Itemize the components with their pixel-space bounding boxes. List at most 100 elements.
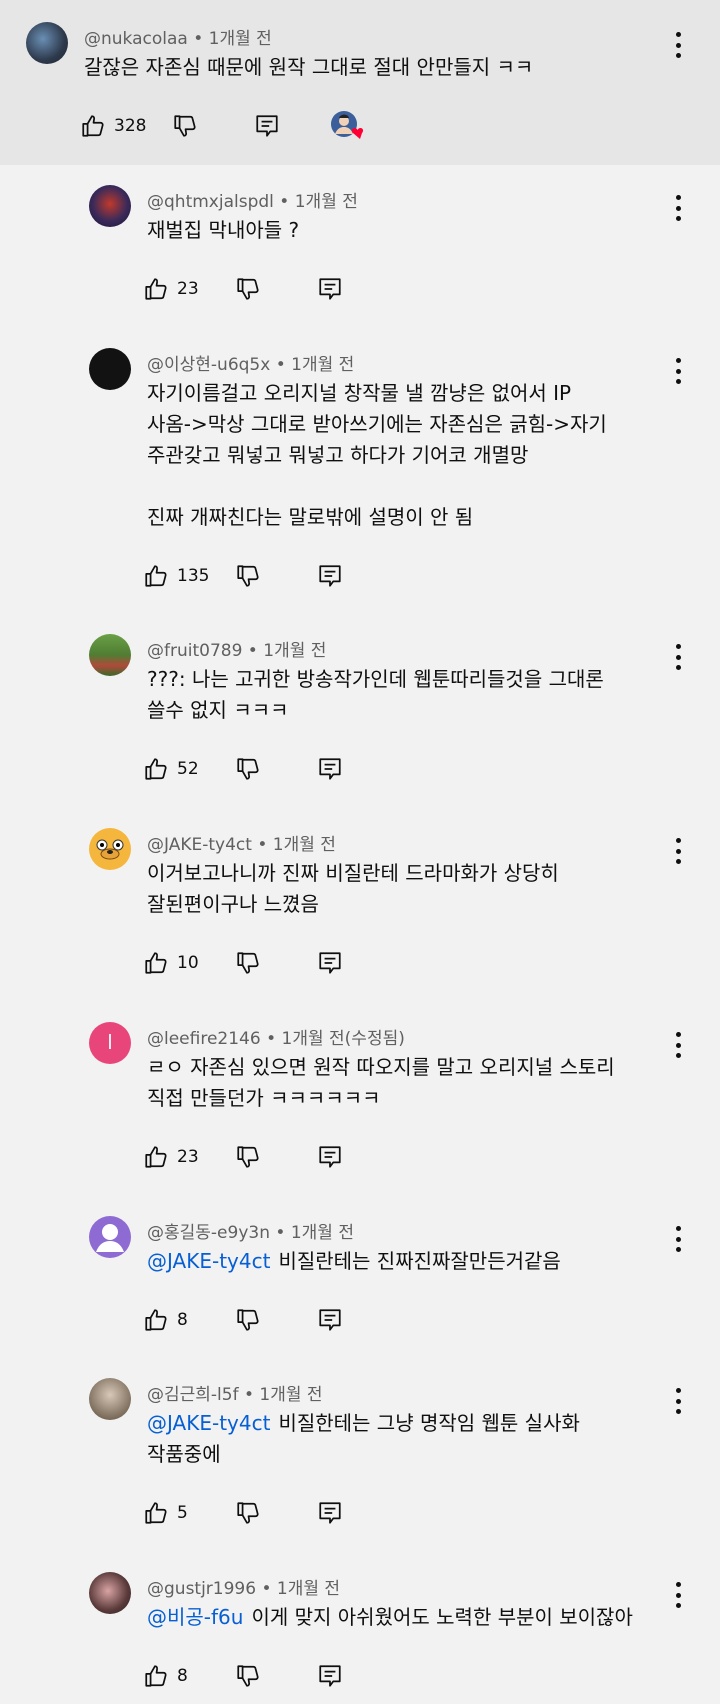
dislike-button[interactable]: [235, 1142, 261, 1172]
author-name[interactable]: @nukacolaa: [84, 29, 188, 49]
avatar[interactable]: [89, 1572, 131, 1614]
avatar[interactable]: [89, 634, 131, 676]
author-name[interactable]: @fruit0789: [147, 641, 242, 661]
reply-button[interactable]: [317, 754, 343, 784]
comment-time: 1개월 전: [290, 1223, 354, 1243]
like-count: 52: [177, 759, 199, 779]
comment-text: 자기이름걸고 오리지널 창작물 낼 깜냥은 없어서 IP 사옴->막상 그대로 받…: [147, 378, 707, 533]
reply-button[interactable]: [317, 1142, 343, 1172]
creator-heart: [330, 111, 366, 141]
reply-button[interactable]: [317, 561, 343, 591]
comment-meta: @fruit0789 • 1개월 전: [147, 636, 326, 661]
avatar[interactable]: [89, 828, 131, 870]
reply-icon: [317, 276, 343, 302]
reply-button[interactable]: [254, 111, 280, 141]
avatar[interactable]: [89, 1216, 131, 1258]
like-button[interactable]: 52: [143, 754, 199, 784]
author-name[interactable]: @JAKE-ty4ct: [147, 835, 252, 855]
reply-button[interactable]: [317, 274, 343, 304]
reply-button[interactable]: [317, 1498, 343, 1528]
author-name[interactable]: @김근희-l5f: [147, 1385, 239, 1405]
avatar[interactable]: [89, 348, 131, 390]
like-count: 10: [177, 953, 199, 973]
comment-meta: @leefire2146 • 1개월 전(수정됨): [147, 1024, 405, 1049]
meta-separator: •: [269, 1223, 291, 1243]
author-name[interactable]: @gustjr1996: [147, 1579, 256, 1599]
like-count: 8: [177, 1666, 188, 1686]
avatar[interactable]: l: [89, 1022, 131, 1064]
thumbs-down-icon: [235, 1500, 261, 1526]
thumbs-down-icon: [235, 1663, 261, 1689]
comment-time: 1개월 전(수정됨): [281, 1029, 405, 1049]
comment-line: 작품중에: [147, 1442, 221, 1466]
mention-link[interactable]: @JAKE-ty4ct: [147, 1249, 270, 1273]
like-button[interactable]: 5: [143, 1498, 188, 1528]
comment-line-text: 비질란테는 진짜진짜잘만든거같음: [278, 1249, 561, 1273]
dislike-button[interactable]: [235, 561, 261, 591]
meta-separator: •: [260, 1029, 282, 1049]
meta-separator: •: [270, 355, 292, 375]
comment-actions: 328: [80, 111, 380, 141]
comment-time: 1개월 전: [294, 192, 358, 212]
dislike-button[interactable]: [235, 1498, 261, 1528]
thumbs-up-icon: [143, 1500, 169, 1526]
like-button[interactable]: 23: [143, 274, 199, 304]
avatar[interactable]: [26, 22, 68, 64]
mention-link[interactable]: @JAKE-ty4ct: [147, 1411, 270, 1435]
comment-line: 이거보고나니까 진짜 비질란테 드라마화가 상당히: [147, 861, 559, 885]
reply-button[interactable]: [317, 1305, 343, 1335]
like-button[interactable]: 23: [143, 1142, 199, 1172]
comment-actions: 23: [143, 274, 443, 304]
dislike-button[interactable]: [235, 1305, 261, 1335]
dislike-button[interactable]: [235, 754, 261, 784]
comment-actions: 52: [143, 754, 443, 784]
avatar[interactable]: [89, 185, 131, 227]
thumbs-up-icon: [143, 1307, 169, 1333]
like-button[interactable]: 328: [80, 111, 146, 141]
comment-text: 이거보고나니까 진짜 비질란테 드라마화가 상당히 잘된편이구나 느꼈음: [147, 858, 707, 920]
comment-time: 1개월 전: [208, 29, 272, 49]
comment-meta: @이상현-u6q5x • 1개월 전: [147, 350, 354, 375]
comment-line: @JAKE-ty4ct 비질한테는 그냥 명작임 웹툰 실사화: [147, 1408, 707, 1439]
author-name[interactable]: @leefire2146: [147, 1029, 261, 1049]
comment-actions: 8: [143, 1305, 443, 1335]
thumbs-down-icon: [235, 950, 261, 976]
author-name[interactable]: @qhtmxjalspdl: [147, 192, 274, 212]
reply-icon: [317, 756, 343, 782]
reply-button[interactable]: [317, 1661, 343, 1691]
dislike-button[interactable]: [172, 111, 198, 141]
like-button[interactable]: 8: [143, 1305, 188, 1335]
like-count: 135: [177, 566, 210, 586]
comment-actions: 5: [143, 1498, 443, 1528]
comment-actions: 23: [143, 1142, 443, 1172]
author-name[interactable]: @홍길동-e9y3n: [147, 1223, 270, 1243]
dislike-button[interactable]: [235, 948, 261, 978]
comment-meta: @qhtmxjalspdl • 1개월 전: [147, 187, 358, 212]
default-avatar-icon: [96, 1224, 124, 1252]
like-button[interactable]: 10: [143, 948, 199, 978]
thumbs-up-icon: [80, 113, 106, 139]
comment-time: 1개월 전: [259, 1385, 323, 1405]
creator-heart-icon: [331, 111, 364, 139]
meta-separator: •: [238, 1385, 260, 1405]
meta-separator: •: [187, 29, 209, 49]
comment-text: @JAKE-ty4ct 비질한테는 그냥 명작임 웹툰 실사화작품중에: [147, 1408, 707, 1470]
comment-text: @비공-f6u 이게 맞지 아쉬웠어도 노력한 부분이 보이잖아: [147, 1602, 707, 1633]
avatar[interactable]: [89, 1378, 131, 1420]
reply-button[interactable]: [317, 948, 343, 978]
dislike-button[interactable]: [235, 274, 261, 304]
more-vert-icon[interactable]: [666, 30, 690, 60]
thumbs-up-icon: [143, 563, 169, 589]
comment-line: @비공-f6u 이게 맞지 아쉬웠어도 노력한 부분이 보이잖아: [147, 1602, 707, 1633]
comment-text: 갈잖은 자존심 때문에 원작 그대로 절대 안만들지 ㅋㅋ: [84, 52, 644, 83]
dislike-button[interactable]: [235, 1661, 261, 1691]
mention-link[interactable]: @비공-f6u: [147, 1605, 243, 1629]
comment-time: 1개월 전: [291, 355, 355, 375]
like-button[interactable]: 135: [143, 561, 209, 591]
like-count: 8: [177, 1310, 188, 1330]
comment-actions: 10: [143, 948, 443, 978]
reply-icon: [317, 1663, 343, 1689]
like-button[interactable]: 8: [143, 1661, 188, 1691]
author-name[interactable]: @이상현-u6q5x: [147, 355, 270, 375]
comment-meta: @JAKE-ty4ct • 1개월 전: [147, 830, 336, 855]
